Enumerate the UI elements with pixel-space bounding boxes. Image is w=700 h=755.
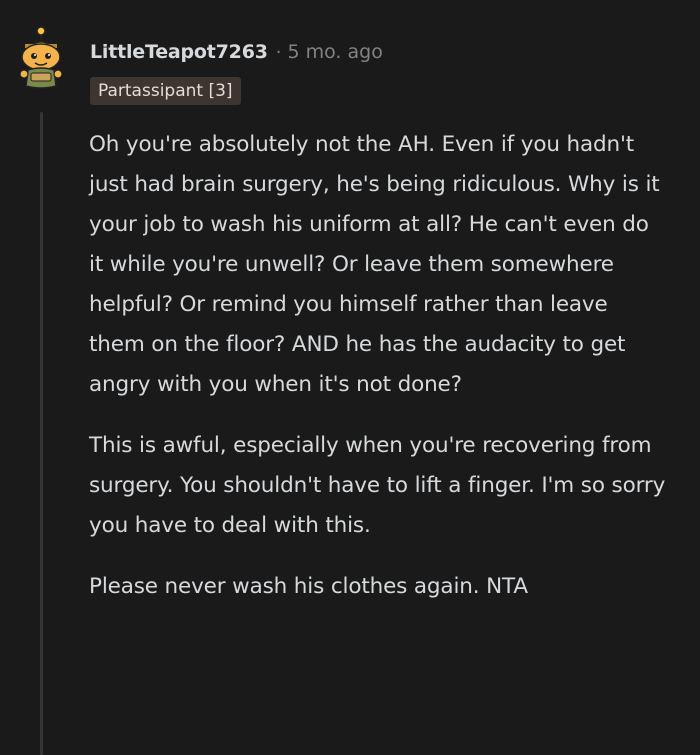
comment-paragraph-3: Please never wash his clothes again. NTA bbox=[89, 574, 528, 599]
username-link[interactable]: LittleTeapot7263 bbox=[90, 41, 268, 63]
comment-paragraph-2: This is awful, especially when you're re… bbox=[89, 433, 666, 538]
comment-timestamp[interactable]: 5 mo. ago bbox=[287, 41, 382, 63]
user-flair-badge: Partassipant [3] bbox=[90, 77, 241, 105]
user-avatar-icon[interactable] bbox=[14, 26, 68, 92]
comment-body: Oh you're absolutely not the AH. Even if… bbox=[89, 125, 669, 628]
comment-header: LittleTeapot7263 · 5 mo. ago bbox=[90, 38, 383, 66]
thread-collapse-line[interactable] bbox=[40, 112, 43, 755]
comment: LittleTeapot7263 · 5 mo. ago Partassipan… bbox=[0, 0, 700, 755]
snoo-teapot-avatar-icon bbox=[19, 26, 63, 89]
meta-separator: · bbox=[275, 41, 282, 63]
comment-paragraph-1: Oh you're absolutely not the AH. Even if… bbox=[89, 132, 660, 397]
